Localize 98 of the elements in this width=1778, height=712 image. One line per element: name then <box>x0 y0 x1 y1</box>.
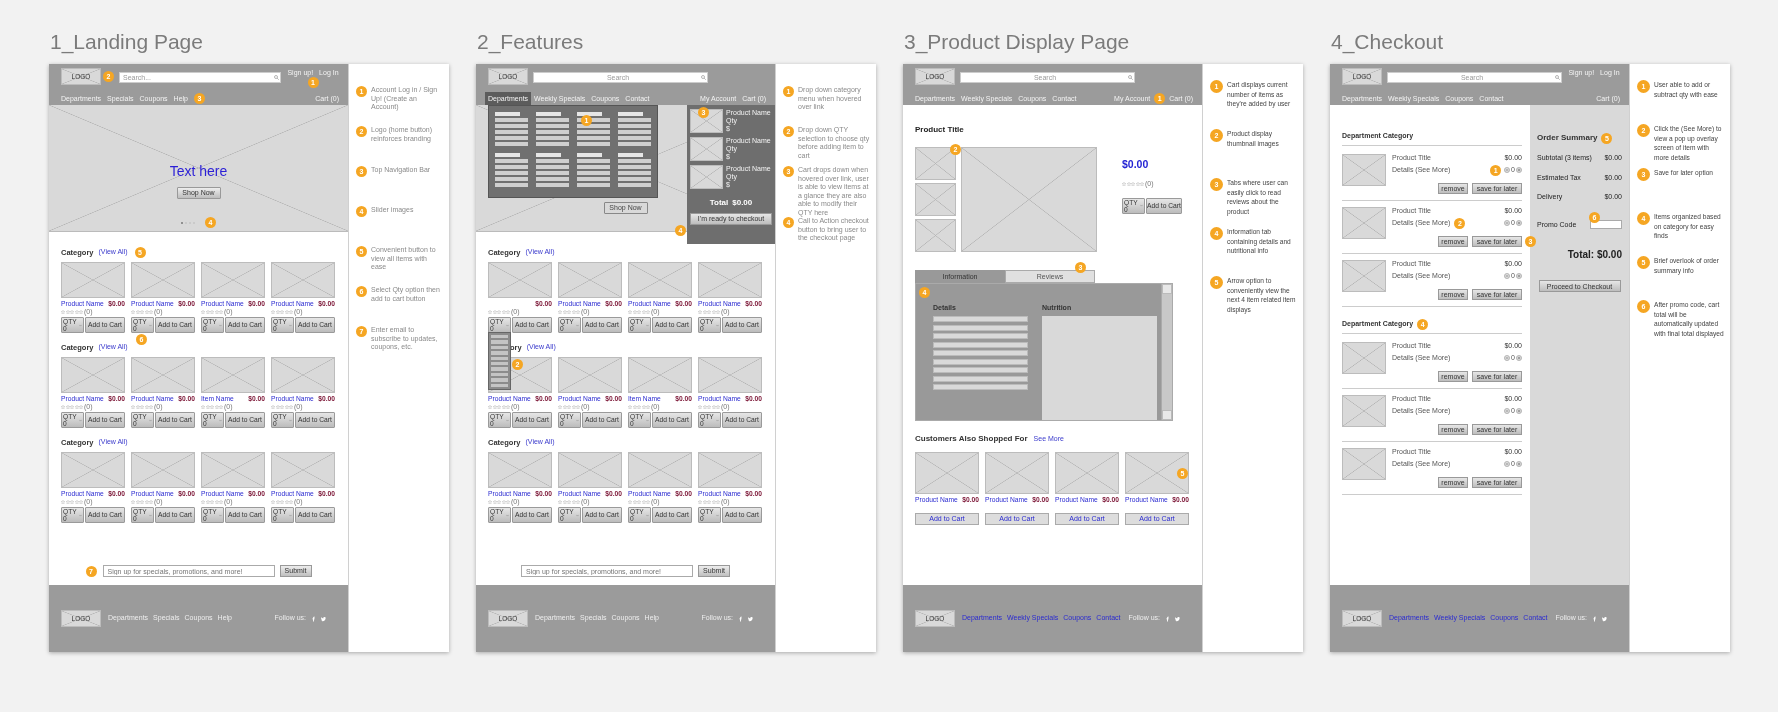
image-placeholder <box>271 262 335 298</box>
image-placeholder <box>271 452 335 488</box>
image-placeholder <box>131 262 195 298</box>
bird-icon <box>321 615 326 622</box>
plus-icon <box>1516 355 1522 361</box>
facebook-icon <box>311 615 316 622</box>
image-placeholder <box>690 109 723 133</box>
total-label: Total <box>709 197 729 209</box>
caret-icon <box>219 513 222 517</box>
product-price: $0.00 <box>1122 157 1150 172</box>
hero-headline: Text here <box>169 163 228 179</box>
image-placeholder <box>558 452 622 488</box>
caret-icon <box>506 418 509 422</box>
caret-icon <box>219 418 222 422</box>
image-placeholder <box>628 357 692 393</box>
caret-icon <box>79 513 82 517</box>
minus-icon <box>1504 167 1511 173</box>
caret-icon <box>149 323 152 327</box>
product-title: Product Title <box>915 125 965 135</box>
plus-icon <box>1516 408 1522 414</box>
image-placeholder <box>488 262 552 298</box>
image-placeholder <box>131 452 195 488</box>
section-heading: Customers Also Shopped For <box>915 433 1028 445</box>
caret-icon <box>289 418 292 422</box>
caret-icon <box>716 418 719 422</box>
minus-icon <box>1504 355 1511 361</box>
minus-icon <box>1504 220 1511 226</box>
image-placeholder <box>1342 394 1386 427</box>
image-placeholder <box>985 452 1049 494</box>
summary-heading: Order Summary <box>1537 132 1598 144</box>
image-placeholder <box>698 357 762 393</box>
minus-icon <box>1504 461 1511 467</box>
artboard-title: 2_Features <box>477 30 585 54</box>
plus-icon <box>1516 273 1522 279</box>
total-amount: $0.00 <box>732 197 753 209</box>
artboard-title: 1_Landing Page <box>50 30 204 54</box>
minus-icon <box>1504 408 1511 414</box>
facebook-icon <box>738 615 743 622</box>
image-placeholder <box>61 262 125 298</box>
image-placeholder <box>628 452 692 488</box>
image-placeholder <box>690 137 723 161</box>
caret-icon <box>149 418 152 422</box>
caret-icon <box>289 513 292 517</box>
facebook-icon <box>1165 615 1170 622</box>
caret-icon <box>506 513 509 517</box>
image-placeholder <box>690 165 723 189</box>
plus-icon <box>1516 167 1522 173</box>
caret-icon <box>646 418 649 422</box>
caret-icon <box>716 513 719 517</box>
image-placeholder <box>1125 452 1189 494</box>
artboard-title: 3_Product Display Page <box>904 30 1131 54</box>
image-placeholder <box>201 262 265 298</box>
image-placeholder <box>1055 452 1119 494</box>
image-placeholder <box>201 357 265 393</box>
caret-icon <box>576 418 579 422</box>
caret-icon <box>576 513 579 517</box>
caret-icon <box>716 323 719 327</box>
image-placeholder <box>1342 206 1386 239</box>
thumbnail-image <box>915 219 956 252</box>
image-placeholder <box>271 357 335 393</box>
image-placeholder <box>61 357 125 393</box>
caret-icon <box>79 418 82 422</box>
caret-icon <box>646 323 649 327</box>
scrollbar[interactable] <box>1161 284 1172 420</box>
minus-icon <box>1504 273 1511 279</box>
caret-icon <box>646 513 649 517</box>
promo-code-field[interactable] <box>1590 220 1622 230</box>
order-total: Total: $0.00 <box>1566 248 1622 262</box>
image-placeholder <box>628 262 692 298</box>
caret-icon <box>1140 204 1143 208</box>
image-placeholder <box>915 452 979 494</box>
facebook-icon <box>1592 615 1597 622</box>
image-placeholder <box>488 452 552 488</box>
image-placeholder <box>558 357 622 393</box>
image-placeholder <box>1342 447 1386 480</box>
caret-icon <box>219 323 222 327</box>
image-placeholder <box>698 262 762 298</box>
caret-icon <box>289 323 292 327</box>
image-placeholder <box>1342 259 1386 292</box>
thumbnail-image <box>915 183 956 216</box>
image-placeholder <box>131 357 195 393</box>
image-placeholder <box>201 452 265 488</box>
bird-icon <box>748 615 753 622</box>
thumbnail-image <box>915 147 956 180</box>
image-placeholder <box>61 452 125 488</box>
caret-icon <box>149 513 152 517</box>
bird-icon <box>1175 615 1180 622</box>
caret-icon <box>576 323 579 327</box>
image-placeholder <box>1342 341 1386 374</box>
caret-icon <box>79 323 82 327</box>
bird-icon <box>1602 615 1607 622</box>
image-placeholder <box>698 452 762 488</box>
artboard-title: 4_Checkout <box>1331 30 1445 54</box>
plus-icon <box>1516 461 1522 467</box>
image-placeholder <box>558 262 622 298</box>
plus-icon <box>1516 220 1522 226</box>
image-placeholder <box>1342 153 1386 186</box>
caret-icon <box>506 323 509 327</box>
